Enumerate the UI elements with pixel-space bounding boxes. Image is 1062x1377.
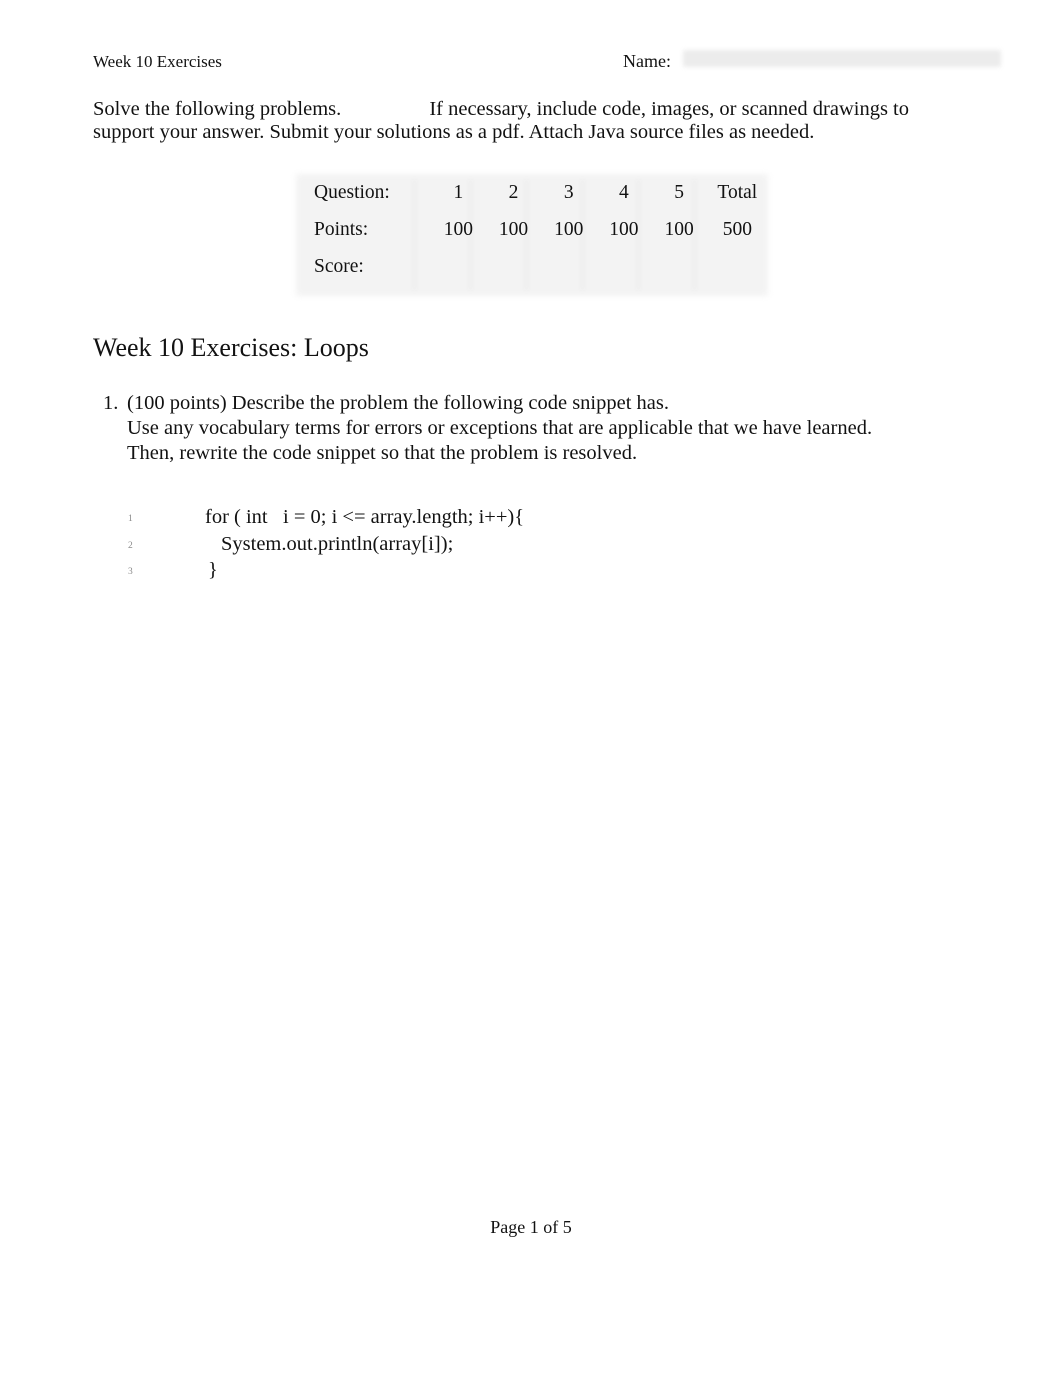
question-number-5: 5: [674, 181, 684, 203]
code-line-number: 2: [128, 540, 133, 551]
name-input-blank[interactable]: [683, 50, 1001, 67]
score-3[interactable]: [541, 248, 596, 285]
question-line-2: Use any vocabulary terms for errors or e…: [127, 417, 873, 439]
grade-table-grid: Question: 1 2 3 4 5 Total Points: 100 10…: [296, 174, 768, 285]
score-total[interactable]: [707, 248, 768, 285]
question-number-3: 3: [563, 181, 574, 203]
score-5[interactable]: [651, 248, 706, 285]
points-total: 500: [722, 218, 752, 240]
row-label-question: Question:: [314, 181, 390, 203]
question-line-3: Then, rewrite the code snippet so that t…: [127, 442, 638, 464]
header-name-group: Name:: [623, 50, 1001, 71]
page-footer: Page 1 of 5: [0, 1216, 1062, 1238]
row-label-points: Points:: [314, 218, 369, 240]
points-5: 100: [664, 218, 694, 240]
question-number-4: 4: [619, 181, 629, 203]
question-item-1: 1. (100 points) Describe the problem the…: [103, 391, 953, 466]
total-header: Total: [717, 181, 758, 203]
question-line-1: (100 points) Describe the problem the fo…: [127, 392, 669, 414]
question-number-2: 2: [508, 181, 519, 203]
question-number-1: 1: [453, 181, 464, 203]
table-row-question: Question: 1 2 3 4 5 Total: [296, 174, 768, 211]
question-marker: 1.: [103, 392, 119, 414]
question-body: (100 points) Describe the problem the fo…: [127, 391, 953, 466]
instructions-paragraph: Solve the following problems. If necessa…: [93, 98, 909, 144]
section-title: Week 10 Exercises: Loops: [93, 333, 369, 362]
name-label: Name:: [623, 51, 671, 71]
code-listing: 1 for ( int i = 0; i <= array.length; i+…: [128, 504, 828, 584]
score-2[interactable]: [486, 248, 541, 285]
instructions-line-1-right: If necessary, include code, images, or s…: [429, 98, 909, 120]
code-line: 3 }: [128, 557, 828, 584]
score-1[interactable]: [431, 248, 486, 285]
code-line-text: for ( int i = 0; i <= array.length; i++)…: [205, 506, 525, 528]
document-header: Week 10 Exercises Name:: [93, 50, 1001, 74]
grade-table: Question: 1 2 3 4 5 Total Points: 100 10…: [296, 174, 768, 296]
code-line-number: 3: [128, 567, 133, 577]
points-4: 100: [609, 218, 639, 240]
code-line: 1 for ( int i = 0; i <= array.length; i+…: [128, 504, 828, 531]
points-1: 100: [443, 218, 473, 240]
score-4[interactable]: [596, 248, 651, 285]
document-page: Week 10 Exercises Name: Solve the follow…: [0, 0, 1062, 1377]
row-label-score: Score:: [314, 255, 364, 277]
points-3: 100: [554, 218, 584, 240]
code-line-text: System.out.println(array[i]);: [221, 532, 454, 555]
header-assignment-title: Week 10 Exercises: [93, 52, 222, 71]
code-line: 2 System.out.println(array[i]);: [128, 531, 828, 558]
table-row-points: Points: 100 100 100 100 100 500: [296, 211, 768, 248]
page-number-text: Page 1 of 5: [490, 1217, 572, 1237]
question-row: 1. (100 points) Describe the problem the…: [103, 391, 953, 466]
instructions-line-1: Solve the following problems. If necessa…: [93, 98, 909, 121]
points-2: 100: [498, 218, 529, 240]
code-line-number: 1: [128, 514, 133, 524]
code-line-text: }: [208, 559, 218, 581]
instructions-line-2: support your answer. Submit your solutio…: [93, 121, 815, 143]
table-row-score: Score:: [296, 248, 768, 285]
instructions-line-1-left: Solve the following problems.: [93, 98, 342, 120]
